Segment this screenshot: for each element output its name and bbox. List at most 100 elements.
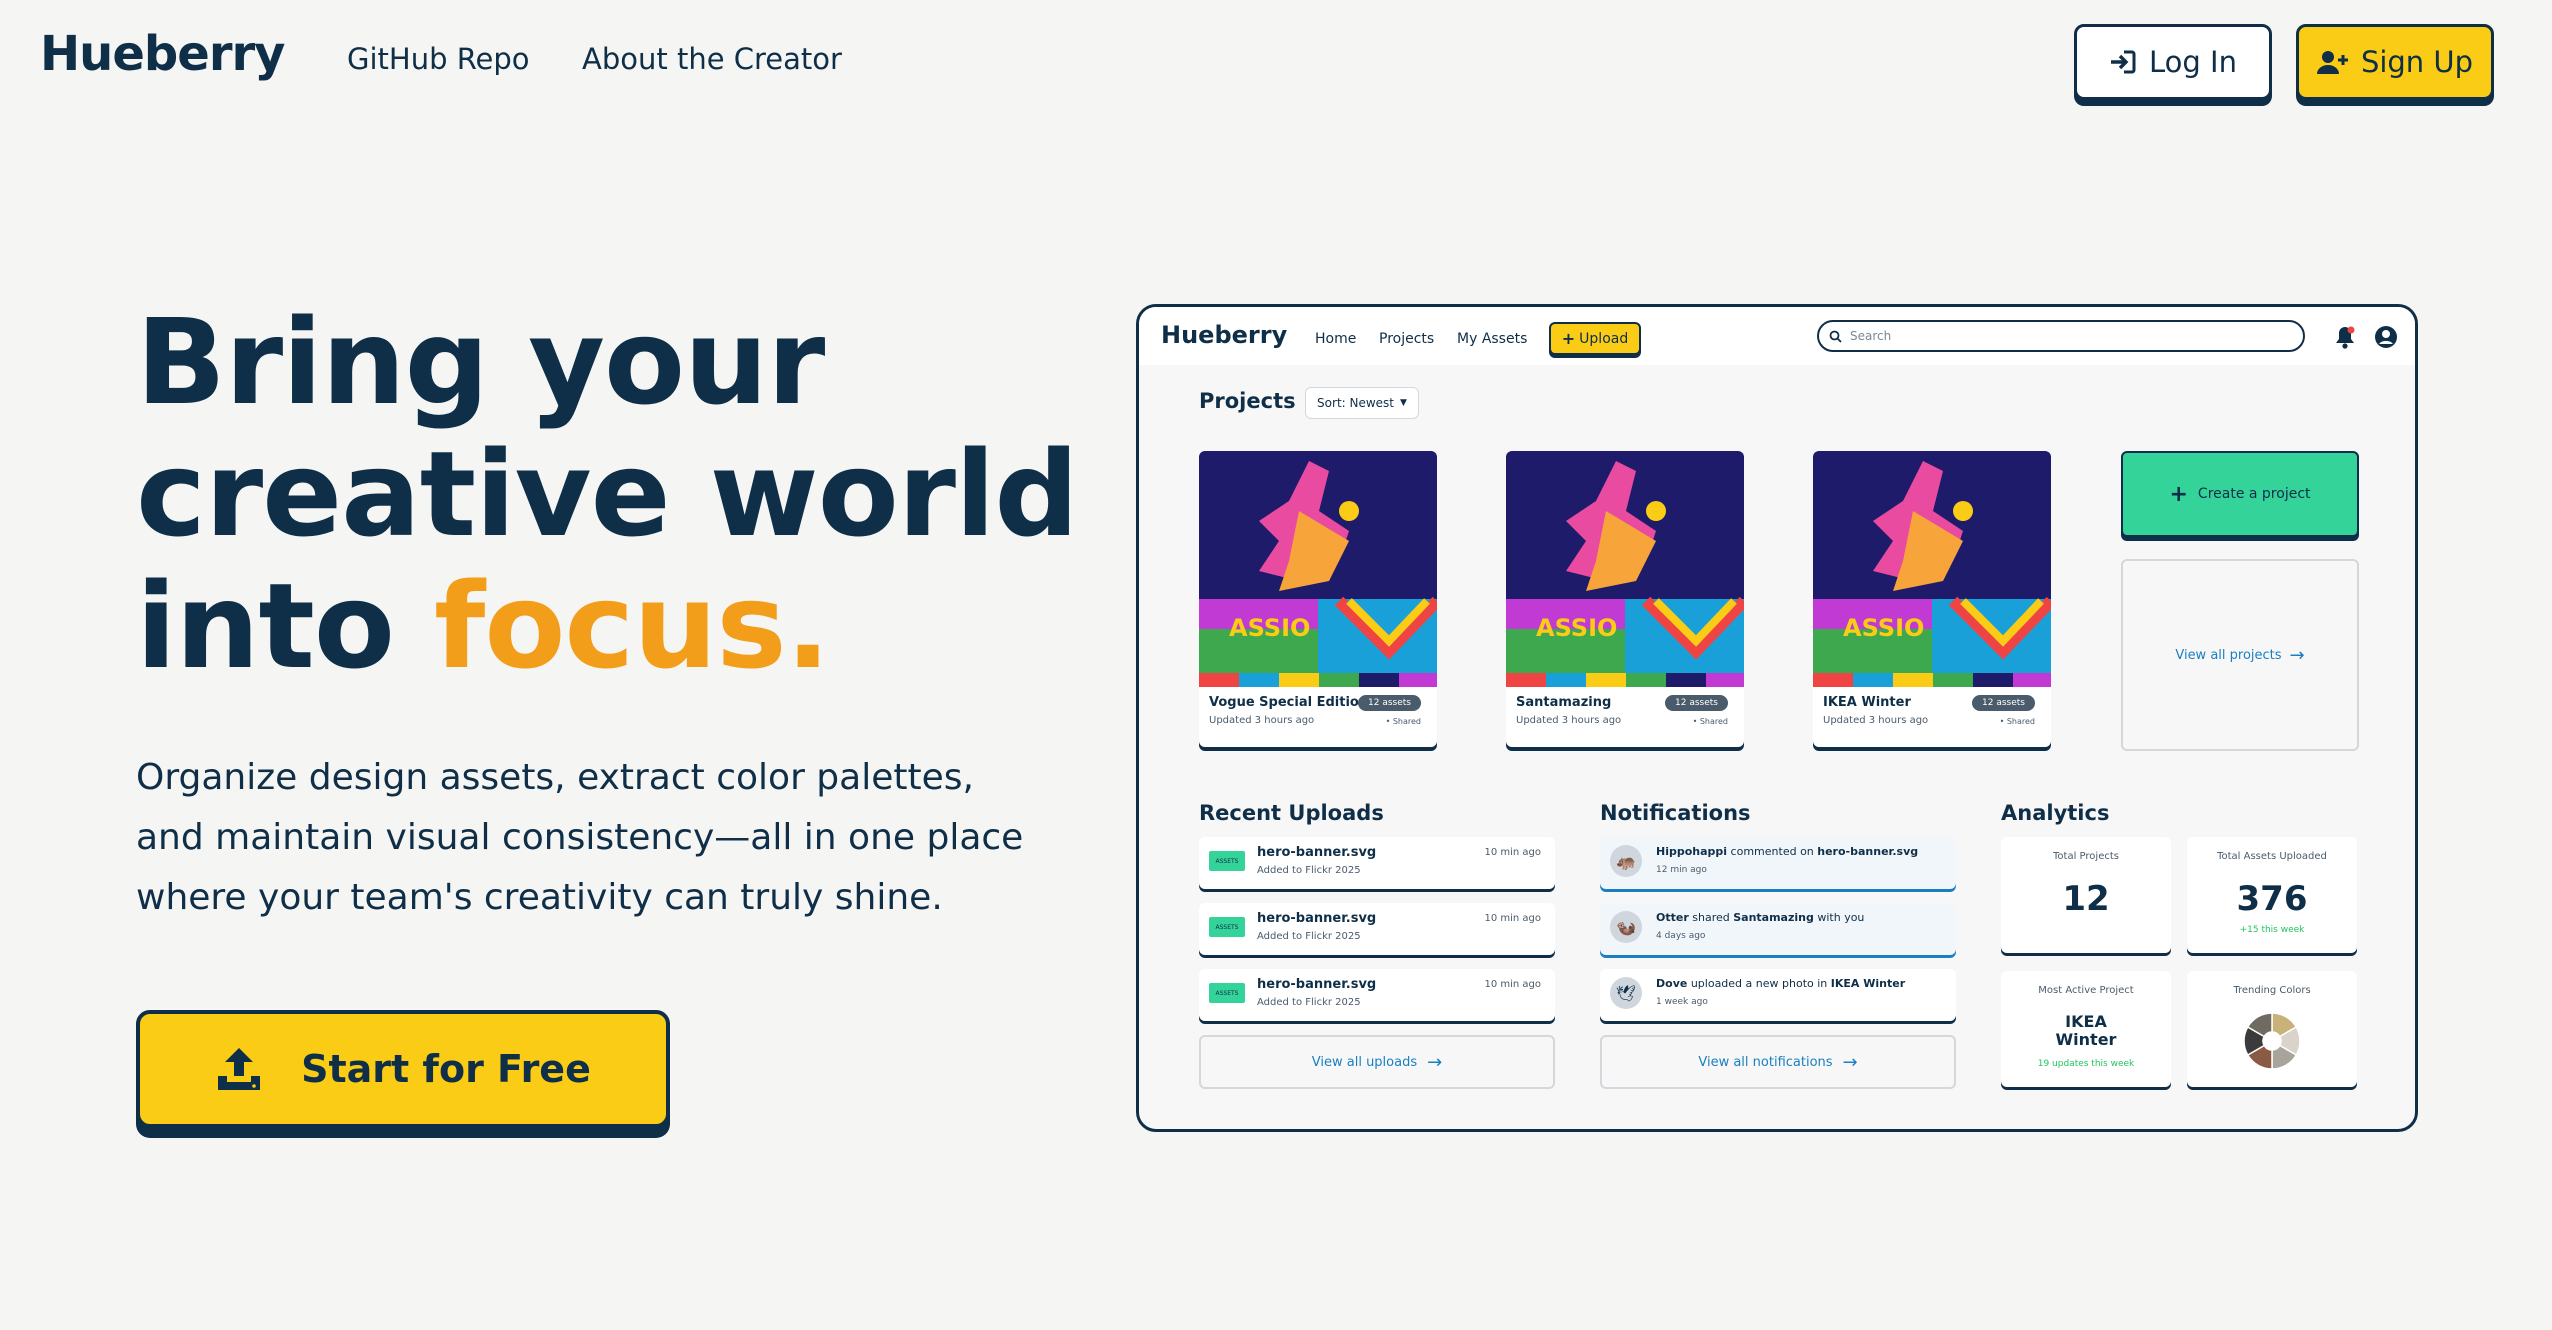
asset-count-badge: 12 assets xyxy=(1972,695,2035,711)
mockup-nav-my-assets[interactable]: My Assets xyxy=(1457,331,1527,347)
app-preview-mockup: Hueberry Home Projects My Assets + Uploa… xyxy=(1136,304,2418,1132)
upload-filename: hero-banner.svg xyxy=(1257,845,1377,860)
sort-label: Sort: Newest xyxy=(1317,396,1395,410)
project-updated: Updated 3 hours ago xyxy=(1516,715,1622,726)
notification-item[interactable]: 🕊 Dove uploaded a new photo in IKEA Wint… xyxy=(1600,969,1956,1021)
project-name: IKEA Winter xyxy=(1823,695,1911,710)
project-updated: Updated 3 hours ago xyxy=(1823,715,1929,726)
sort-dropdown[interactable]: Sort: Newest ▼ xyxy=(1305,387,1419,419)
signup-label: Sign Up xyxy=(2360,45,2474,79)
stat-value: 12 xyxy=(2062,879,2110,919)
upload-item[interactable]: ASSETS hero-banner.svg Added to Flickr 2… xyxy=(1199,969,1555,1021)
notification-text: Hippohappi commented on hero-banner.svg xyxy=(1656,845,1919,858)
notification-item[interactable]: 🦦 Otter shared Santamazing with you 4 da… xyxy=(1600,903,1956,955)
hero-subtitle-line-3: where your team's creativity can truly s… xyxy=(136,877,943,918)
hero-title-accent: focus. xyxy=(434,557,830,695)
top-navbar: Hueberry GitHub Repo About the Creator L… xyxy=(0,0,2552,120)
stat-value: 376 xyxy=(2236,879,2308,919)
project-thumbnail: ASSIO xyxy=(1199,451,1437,687)
project-card[interactable]: ASSIO IKEA Winter Updated 3 hours ago 12… xyxy=(1813,451,2051,747)
trending-colors-donut xyxy=(2243,1012,2301,1070)
project-card[interactable]: ASSIO Vogue Special Edition Updated 3 ho… xyxy=(1199,451,1437,747)
mockup-nav-projects[interactable]: Projects xyxy=(1379,331,1434,347)
bell-icon[interactable] xyxy=(2334,325,2356,349)
stat-change: 19 updates this week xyxy=(2037,1059,2135,1069)
mockup-search-input[interactable]: Search xyxy=(1817,320,2305,352)
mockup-search-placeholder: Search xyxy=(1850,329,1892,343)
project-card[interactable]: ASSIO Santamazing Updated 3 hours ago 12… xyxy=(1506,451,1744,747)
upload-filename: hero-banner.svg xyxy=(1257,911,1377,926)
user-plus-icon xyxy=(2316,51,2348,74)
file-thumbnail: ASSETS xyxy=(1209,851,1245,871)
upload-destination: Added to Flickr 2025 xyxy=(1257,931,1361,942)
asset-count-badge: 12 assets xyxy=(1358,695,1421,711)
stat-label: Total Assets Uploaded xyxy=(2217,851,2327,862)
upload-time: 10 min ago xyxy=(1484,913,1541,924)
plus-icon: + xyxy=(2169,481,2188,507)
dove-avatar-icon: 🕊 xyxy=(1610,977,1642,1009)
signup-button[interactable]: Sign Up xyxy=(2296,24,2494,100)
stat-label: Total Projects xyxy=(2053,851,2119,862)
notification-time: 4 days ago xyxy=(1656,931,1706,941)
analytics-heading: Analytics xyxy=(2001,801,2110,825)
create-project-label: Create a project xyxy=(2197,486,2311,502)
view-all-projects-label: View all projects xyxy=(2175,647,2282,663)
shared-status: • Shared xyxy=(1692,717,1728,726)
project-name: Santamazing xyxy=(1516,695,1612,710)
notification-item[interactable]: 🦛 Hippohappi commented on hero-banner.sv… xyxy=(1600,837,1956,889)
svg-text:ASSIO: ASSIO xyxy=(1536,614,1617,642)
svg-text:ASSIO: ASSIO xyxy=(1843,614,1924,642)
notification-text: Dove uploaded a new photo in IKEA Winter xyxy=(1656,977,1906,990)
upload-icon xyxy=(218,1048,261,1090)
view-all-uploads-link[interactable]: View all uploads → xyxy=(1199,1035,1555,1089)
notification-time: 12 min ago xyxy=(1656,865,1707,875)
project-thumbnail: ASSIO xyxy=(1813,451,2051,687)
stat-value: IKEA Winter xyxy=(2055,1012,2117,1049)
most-active-project-card: Most Active Project IKEA Winter 19 update… xyxy=(2001,971,2171,1087)
recent-uploads-heading: Recent Uploads xyxy=(1199,801,1384,825)
chevron-down-icon: ▼ xyxy=(1400,398,1407,408)
create-project-button[interactable]: + Create a project xyxy=(2121,451,2359,537)
hero-title-line-1: Bring your xyxy=(136,293,825,431)
arrow-right-icon: → xyxy=(1842,1051,1858,1073)
hero-title: Bring your creative world into focus. xyxy=(136,296,1136,692)
total-projects-card: Total Projects 12 xyxy=(2001,837,2171,953)
hero-subtitle: Organize design assets, extract color pa… xyxy=(136,748,1036,928)
view-all-notifications-label: View all notifications xyxy=(1698,1054,1833,1070)
upload-destination: Added to Flickr 2025 xyxy=(1257,997,1361,1008)
mockup-navbar: Hueberry Home Projects My Assets + Uploa… xyxy=(1139,307,2415,365)
start-for-free-button[interactable]: Start for Free xyxy=(136,1010,670,1128)
plus-icon: + xyxy=(1561,329,1576,348)
svg-text:ASSIO: ASSIO xyxy=(1229,614,1310,642)
projects-heading: Projects xyxy=(1199,389,1296,413)
nav-link-github[interactable]: GitHub Repo xyxy=(347,42,530,76)
otter-avatar-icon: 🦦 xyxy=(1610,911,1642,943)
upload-item[interactable]: ASSETS hero-banner.svg Added to Flickr 2… xyxy=(1199,837,1555,889)
nav-link-about[interactable]: About the Creator xyxy=(582,42,842,76)
project-thumbnail: ASSIO xyxy=(1506,451,1744,687)
upload-item[interactable]: ASSETS hero-banner.svg Added to Flickr 2… xyxy=(1199,903,1555,955)
asset-count-badge: 12 assets xyxy=(1665,695,1728,711)
stat-label: Trending Colors xyxy=(2233,985,2311,996)
hero-title-line-2: creative world xyxy=(136,425,1079,563)
shared-status: • Shared xyxy=(1999,717,2035,726)
upload-time: 10 min ago xyxy=(1484,847,1541,858)
stat-change: +15 this week xyxy=(2239,925,2305,935)
login-button[interactable]: Log In xyxy=(2074,24,2272,100)
mockup-brand[interactable]: Hueberry xyxy=(1161,321,1287,349)
project-updated: Updated 3 hours ago xyxy=(1209,715,1315,726)
notification-time: 1 week ago xyxy=(1656,997,1708,1007)
login-label: Log In xyxy=(2149,45,2237,79)
project-name: Vogue Special Edition xyxy=(1209,695,1369,710)
mockup-nav-home[interactable]: Home xyxy=(1315,331,1356,347)
trending-colors-card: Trending Colors xyxy=(2187,971,2357,1087)
upload-destination: Added to Flickr 2025 xyxy=(1257,865,1361,876)
view-all-notifications-link[interactable]: View all notifications → xyxy=(1600,1035,1956,1089)
mockup-upload-button[interactable]: + Upload xyxy=(1549,322,1641,355)
brand-logo[interactable]: Hueberry xyxy=(40,26,285,82)
shared-status: • Shared xyxy=(1385,717,1421,726)
user-avatar-icon[interactable] xyxy=(2374,325,2398,349)
notifications-heading: Notifications xyxy=(1600,801,1751,825)
view-all-projects-link[interactable]: View all projects → xyxy=(2121,559,2359,751)
arrow-right-icon: → xyxy=(2289,644,2305,666)
